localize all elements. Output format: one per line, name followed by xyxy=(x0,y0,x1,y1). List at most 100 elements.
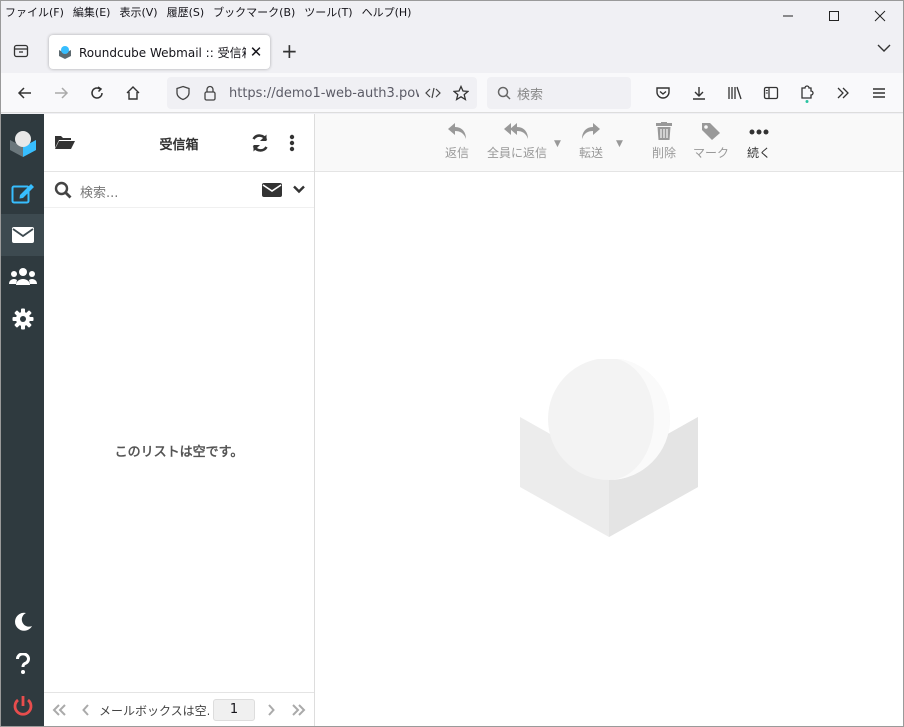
maximize-icon xyxy=(829,11,839,21)
reply-all-label: 全員に返信 xyxy=(487,146,548,160)
power-icon xyxy=(13,696,32,716)
empty-list-message: このリストは空です。 xyxy=(114,445,244,460)
menu-bookmarks[interactable]: ブックマーク(B) xyxy=(213,4,295,20)
downloads-button[interactable] xyxy=(687,81,711,105)
tab-list-button[interactable] xyxy=(7,37,35,65)
nav-compose[interactable] xyxy=(1,172,44,214)
nav-logout[interactable] xyxy=(1,685,44,727)
forward-icon xyxy=(582,123,600,139)
minimize-button[interactable] xyxy=(765,1,811,31)
list-footer: メールボックスは空... 1 xyxy=(44,692,314,726)
menu-file[interactable]: ファイル(F) xyxy=(5,4,64,20)
home-icon xyxy=(126,86,140,100)
nav-settings[interactable] xyxy=(1,298,44,340)
previous-page-icon[interactable] xyxy=(82,704,90,716)
page-number-input[interactable]: 1 xyxy=(213,699,255,721)
question-icon xyxy=(15,653,30,674)
list-header: 受信箱 xyxy=(44,114,314,172)
mark-button[interactable]: マーク xyxy=(693,122,729,161)
browser-window: ファイル(F) 編集(E) 表示(V) 履歴(S) ブックマーク(B) ツール(… xyxy=(0,0,904,727)
compose-icon xyxy=(11,184,34,204)
sidebar-button[interactable] xyxy=(759,81,783,105)
back-button[interactable] xyxy=(13,81,37,105)
lock-icon[interactable] xyxy=(203,85,217,101)
roundcube-logo[interactable] xyxy=(1,122,44,164)
minimize-icon xyxy=(783,15,793,17)
gear-icon xyxy=(12,308,33,330)
menu-view[interactable]: 表示(V) xyxy=(119,4,157,20)
browser-search-bar[interactable]: 検索 xyxy=(487,77,631,109)
reply-label: 返信 xyxy=(445,146,470,160)
pocket-button[interactable] xyxy=(651,81,675,105)
maximize-button[interactable] xyxy=(811,1,857,31)
browser-search-placeholder: 検索 xyxy=(517,87,544,103)
envelope-filter-icon[interactable] xyxy=(262,183,282,197)
reply-button[interactable]: 返信 xyxy=(445,122,469,161)
reply-all-dropdown-icon[interactable]: ▼ xyxy=(554,139,561,149)
search-icon xyxy=(497,86,511,100)
contacts-icon xyxy=(8,268,37,285)
menu-edit[interactable]: 編集(E) xyxy=(73,4,111,20)
delete-label: 削除 xyxy=(652,146,677,160)
forward-arrow-icon xyxy=(55,87,69,99)
nav-contacts[interactable] xyxy=(1,256,44,298)
menu-history[interactable]: 履歴(S) xyxy=(167,4,205,20)
chevron-down-icon[interactable] xyxy=(293,185,305,194)
refresh-icon xyxy=(252,134,268,152)
nav-mail[interactable] xyxy=(1,214,44,256)
reload-button[interactable] xyxy=(85,81,109,105)
library-button[interactable] xyxy=(723,81,747,105)
left-navigation-rail xyxy=(1,114,44,726)
more-dots-icon xyxy=(749,129,769,135)
more-button[interactable]: 続く xyxy=(747,122,771,161)
back-arrow-icon xyxy=(17,87,31,99)
overflow-menu-button[interactable] xyxy=(831,81,855,105)
next-page-icon[interactable] xyxy=(267,704,275,716)
first-page-icon[interactable] xyxy=(52,704,66,716)
reply-icon xyxy=(448,123,466,139)
roundcube-favicon xyxy=(59,46,71,59)
app-menu-button[interactable] xyxy=(867,81,891,105)
message-list-panel: 受信箱 検索... このリストは空です。 メールボックスは空... 1 xyxy=(44,114,315,726)
extensions-button[interactable] xyxy=(795,81,819,105)
mailbox-title: 受信箱 xyxy=(159,138,199,153)
reply-all-icon xyxy=(504,123,528,139)
mail-search-bar[interactable]: 検索... xyxy=(44,172,314,208)
forward-label: 転送 xyxy=(579,146,604,160)
dark-mode-toggle[interactable] xyxy=(1,601,44,643)
list-all-tabs-button[interactable] xyxy=(877,41,891,57)
url-text[interactable]: https://demo1-web-auth3.pow xyxy=(229,86,419,101)
reader-code-icon[interactable] xyxy=(425,86,441,100)
url-bar[interactable]: https://demo1-web-auth3.pow xyxy=(167,77,477,109)
home-button[interactable] xyxy=(121,81,145,105)
tab-strip: Roundcube Webmail :: 受信箱 ✕ + xyxy=(1,31,903,71)
window-controls xyxy=(765,1,903,31)
chevron-down-icon xyxy=(877,44,891,52)
tab-close-button[interactable]: ✕ xyxy=(246,43,266,61)
tab-title: Roundcube Webmail :: 受信箱 xyxy=(79,45,246,60)
library-icon xyxy=(728,86,742,100)
bookmark-star-icon[interactable] xyxy=(453,85,469,101)
tab-roundcube[interactable]: Roundcube Webmail :: 受信箱 ✕ xyxy=(49,35,270,69)
close-window-button[interactable] xyxy=(857,1,903,31)
new-tab-button[interactable]: + xyxy=(281,39,298,63)
forward-button[interactable] xyxy=(49,81,73,105)
reply-all-button[interactable]: 全員に返信 xyxy=(487,122,547,161)
last-page-icon[interactable] xyxy=(292,704,306,716)
menu-tools[interactable]: ツール(T) xyxy=(304,4,352,20)
refresh-button[interactable] xyxy=(250,133,270,156)
search-icon xyxy=(54,181,72,199)
download-icon xyxy=(693,87,705,100)
double-chevron-right-icon xyxy=(837,87,849,99)
forward-button[interactable]: 転送 xyxy=(579,122,603,161)
menu-help[interactable]: ヘルプ(H) xyxy=(362,4,412,20)
trash-icon xyxy=(656,122,672,140)
list-options-button[interactable] xyxy=(289,134,295,155)
tag-icon xyxy=(702,123,720,140)
nav-help[interactable] xyxy=(1,643,44,685)
forward-dropdown-icon[interactable]: ▼ xyxy=(616,139,623,149)
pocket-icon xyxy=(656,87,670,99)
reload-icon xyxy=(91,86,103,99)
shield-icon[interactable] xyxy=(175,85,191,101)
delete-button[interactable]: 削除 xyxy=(652,122,676,161)
